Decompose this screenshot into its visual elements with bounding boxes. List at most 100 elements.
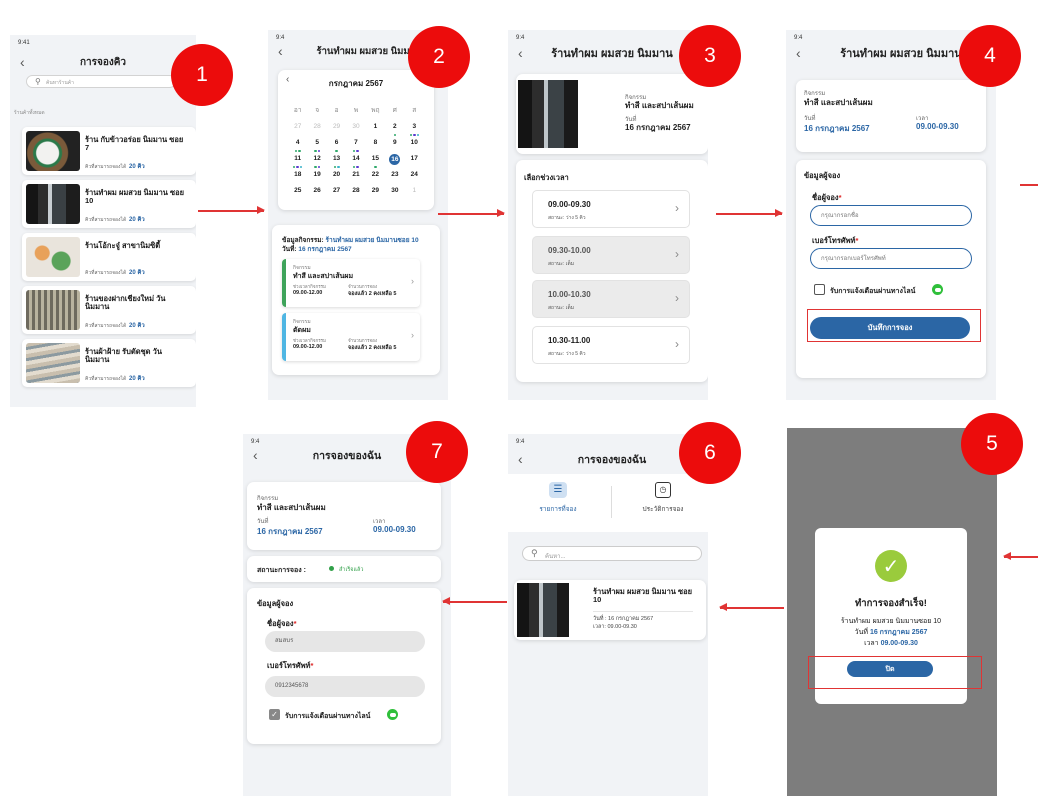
calendar-day[interactable]: 18 [288, 170, 307, 183]
calendar-day[interactable]: 9 [385, 138, 404, 151]
event-dots [346, 165, 365, 168]
shop-card[interactable]: ร้านโอ้กะจู๋ สาขานิมซิตี้ คิวที่สามารถจอ… [22, 233, 196, 281]
calendar-day[interactable]: 17 [405, 154, 424, 167]
activity-name: ทำสี และสปาเส้นผม [293, 273, 354, 280]
activity-card[interactable]: กิจกรรม ตัดผม ช่วงเวลากิจกรรม 09.00-12.0… [282, 313, 420, 361]
calendar-day[interactable]: 21 [346, 170, 365, 183]
line-notify-checkbox[interactable] [814, 284, 825, 295]
slot-time: 10.00-10.30 [548, 290, 591, 299]
status-label: จำนวนการจอง [348, 284, 378, 289]
event-dot [314, 165, 317, 168]
required-mark: * [310, 661, 314, 670]
calendar-day[interactable]: 10 [405, 138, 424, 151]
activity-name: ตัดผม [293, 327, 311, 334]
activity-summary-card: กิจกรรม ทำสี และสปาเส้นผม วันที่ 16 กรกฎ… [516, 74, 708, 154]
shop-card[interactable]: ร้านของฝากเชียงใหม่ วันนิมมาน คิวที่สามา… [22, 286, 196, 334]
calendar-day[interactable]: 29 [366, 186, 385, 199]
calendar-history-icon: ◷ [655, 482, 671, 498]
calendar-day[interactable]: 14 [346, 154, 365, 168]
booking-item[interactable]: ร้านทำผม ผมสวย นิมมาน ซอย 10 วันที่ : 16… [514, 580, 706, 640]
back-icon[interactable]: ‹ [278, 43, 283, 59]
time-slot[interactable]: 10.30-11.00 สถานะ: ว่าง 5 คิว › [532, 326, 690, 364]
back-icon[interactable]: ‹ [253, 447, 258, 463]
screen-my-bookings: 9:4 ‹ การจองของฉัน ☰ รายการที่จอง ◷ ประว… [508, 434, 708, 796]
calendar-day[interactable]: 5 [307, 138, 326, 152]
activity-card[interactable]: กิจกรรม ทำสี และสปาเส้นผม ช่วงเวลากิจกรร… [282, 259, 420, 307]
time-slot[interactable]: 10.00-10.30 สถานะ: เต็ม › [532, 280, 690, 318]
weekday-label: จ [315, 107, 320, 114]
calendar-day[interactable]: 30 [346, 122, 365, 135]
event-dot [356, 165, 359, 168]
event-dot [356, 149, 359, 152]
chevron-right-icon: › [411, 276, 414, 286]
header: ‹ การจองคิว [10, 49, 196, 75]
back-icon[interactable]: ‹ [518, 451, 523, 467]
day-number: 8 [373, 139, 378, 146]
day-number: 1 [373, 123, 378, 130]
search-input[interactable]: ⚲ ค้นหาร้านค้า [26, 75, 176, 88]
back-icon[interactable]: ‹ [20, 54, 25, 70]
calendar-day[interactable]: 25 [288, 186, 307, 199]
tab-history[interactable]: ◷ ประวัติการจอง [628, 482, 698, 526]
event-dots [366, 165, 385, 168]
calendar-day[interactable]: 2 [385, 122, 404, 136]
tab-booking-list[interactable]: ☰ รายการที่จอง [528, 482, 588, 526]
calendar-day[interactable]: 8 [366, 138, 385, 151]
calendar-day[interactable]: 22 [366, 170, 385, 183]
shop-card[interactable]: ร้านทำผม ผมสวย นิมมาน ซอย 10 คิวที่สามาร… [22, 180, 196, 228]
shop-card[interactable]: ร้าน กับข้าวอร่อย นิมมาน ซอย 7 คิวที่สาม… [22, 127, 196, 175]
name-label-text: ชื่อผู้จอง [812, 193, 839, 202]
calendar-day[interactable]: 23 [385, 170, 404, 183]
back-icon[interactable]: ‹ [518, 45, 523, 61]
search-input[interactable]: ⚲ ค้นหา... [522, 546, 702, 561]
booking-image [517, 583, 569, 637]
calendar-grid: อาจอพพฤศส 27 28 29 30 1 2 3 4 5 6 7 8 9 10 11 12 13 14 15 16… [288, 106, 424, 199]
calendar-day[interactable]: 28 [307, 122, 326, 135]
screen-booker-form: 9:4 ‹ ร้านทำผม ผมสวย นิมมาน กิจกรรม ทำสี… [786, 30, 996, 400]
calendar-day[interactable]: 28 [346, 186, 365, 199]
step-badge-5: 5 [961, 413, 1023, 475]
calendar-day[interactable]: 19 [307, 170, 326, 183]
event-dots [405, 133, 424, 136]
required-mark: * [293, 619, 297, 628]
calendar-day[interactable]: 13 [327, 154, 346, 168]
name-label: ชื่อผู้จอง* [267, 618, 296, 630]
calendar-day[interactable]: 11 [288, 154, 307, 168]
name-field[interactable]: กรุณากรอกชื่อ [810, 205, 972, 226]
back-icon[interactable]: ‹ [796, 45, 801, 61]
time-slot[interactable]: 09.00-09.30 สถานะ: ว่าง 5 คิว › [532, 190, 690, 228]
day-number: 9 [393, 139, 397, 146]
calendar-day[interactable]: 27 [288, 122, 307, 135]
calendar-day[interactable]: 15 [366, 154, 385, 168]
calendar-day[interactable]: 1 [366, 122, 385, 135]
calendar-day[interactable]: 26 [307, 186, 326, 199]
event-dots [327, 165, 346, 168]
booking-divider [593, 611, 693, 612]
calendar-day[interactable]: 7 [346, 138, 365, 152]
calendar-day[interactable]: 12 [307, 154, 326, 168]
date-value: 16 กรกฎาคม 2567 [869, 629, 928, 636]
day-number: 27 [294, 123, 302, 130]
highlight-save [807, 309, 981, 342]
event-dot [374, 165, 377, 168]
calendar-day[interactable]: 6 [327, 138, 346, 152]
phone-field[interactable]: กรุณากรอกเบอร์โทรศัพท์ [810, 248, 972, 269]
calendar-day[interactable]: 1 [405, 186, 424, 199]
calendar-day[interactable]: 24 [405, 170, 424, 183]
queue-info: คิวที่สามารถจองได้ 20 คิว [85, 320, 145, 330]
calendar-day[interactable]: 27 [327, 186, 346, 199]
calendar-day[interactable]: 4 [288, 138, 307, 152]
search-icon: ⚲ [35, 77, 41, 86]
list-icon: ☰ [549, 482, 567, 498]
calendar-day[interactable]: 16 [385, 154, 404, 167]
calendar-day[interactable]: 3 [405, 122, 424, 136]
calendar-day[interactable]: 30 [385, 186, 404, 199]
booking-time: เวลา: 09.00-09.30 [593, 624, 637, 630]
event-dot [413, 133, 416, 136]
status-label: จำนวนการจอง [348, 338, 378, 343]
slot-time: 10.30-11.00 [548, 336, 591, 345]
time-slot[interactable]: 09.30-10.00 สถานะ: เต็ม › [532, 236, 690, 274]
calendar-day[interactable]: 20 [327, 170, 346, 183]
calendar-day[interactable]: 29 [327, 122, 346, 135]
shop-card[interactable]: ร้านผ้าฝ้าย รับตัดชุด วันนิมมาน คิวที่สา… [22, 339, 196, 387]
